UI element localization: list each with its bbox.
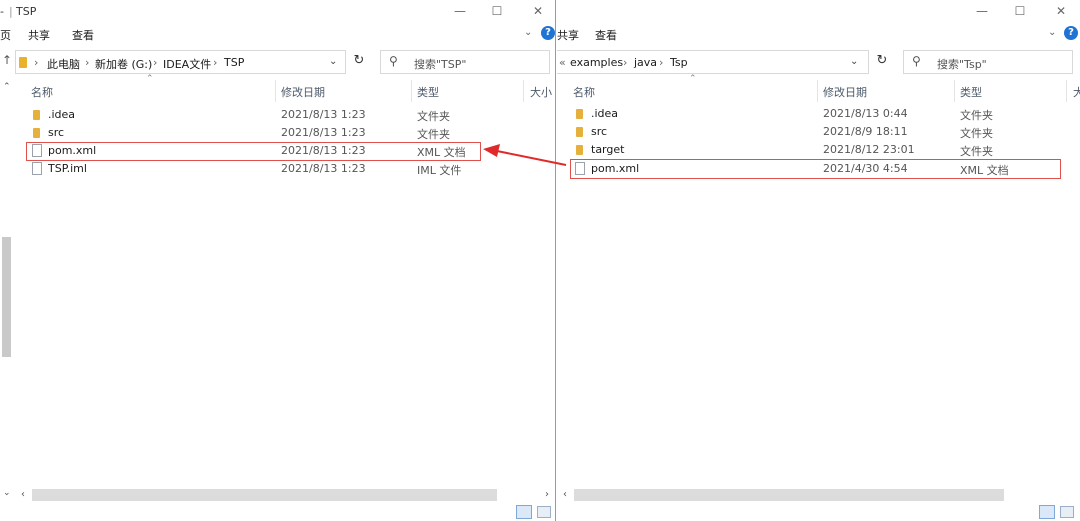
arrow-line xyxy=(496,150,567,166)
annotation-arrow xyxy=(483,144,567,166)
arrow-head xyxy=(483,144,500,157)
